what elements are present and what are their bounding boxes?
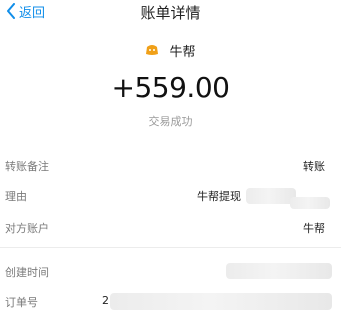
detail-value: 2	[102, 294, 109, 307]
detail-label: 订单号	[5, 296, 38, 309]
redacted-blur	[226, 263, 332, 279]
merchant-name: 牛帮	[169, 45, 196, 60]
section-divider	[0, 247, 341, 248]
detail-value: 牛帮	[303, 222, 325, 235]
transaction-amount: +559.00	[111, 71, 230, 104]
detail-row-transfer-note: 转账备注 转账	[0, 155, 341, 177]
page-title: 账单详情	[140, 4, 201, 22]
redacted-blur	[110, 293, 332, 310]
detail-row-counterparty: 对方账户 牛帮	[0, 217, 341, 239]
detail-value: 转账	[303, 160, 325, 173]
merchant-header: 牛帮	[0, 41, 341, 60]
navigation-bar: 返回 账单详情	[0, 0, 341, 24]
detail-row-created-time: 创建时间	[0, 261, 341, 283]
detail-row-order-number: 订单号 2	[0, 291, 341, 313]
redacted-blur	[290, 197, 330, 209]
transaction-status: 交易成功	[148, 115, 193, 128]
detail-label: 创建时间	[5, 266, 49, 279]
detail-row-reason: 理由 牛帮提现	[0, 185, 341, 209]
detail-label: 理由	[5, 190, 27, 203]
redacted-blur	[246, 188, 296, 204]
detail-value: 牛帮提现	[197, 190, 241, 203]
detail-label: 转账备注	[5, 160, 49, 173]
detail-label: 对方账户	[5, 222, 49, 235]
merchant-logo-icon	[145, 41, 159, 60]
